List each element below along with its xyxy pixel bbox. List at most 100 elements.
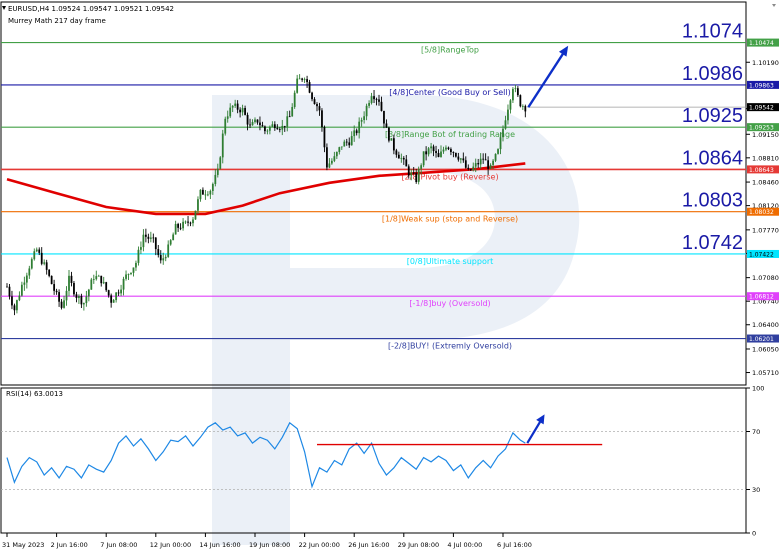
candle-body bbox=[512, 88, 514, 101]
candle-body bbox=[412, 172, 415, 174]
candle-body bbox=[373, 96, 375, 100]
candle-body bbox=[45, 262, 48, 270]
candle-body bbox=[492, 160, 494, 165]
candle-body bbox=[360, 119, 363, 122]
time-axis-label: 19 Jun 08:00 bbox=[249, 541, 290, 549]
murrey-level-value: 1.09863 bbox=[749, 82, 774, 89]
candle-body bbox=[482, 158, 485, 160]
rsi-axis-label: 70 bbox=[752, 428, 760, 436]
candle-body bbox=[340, 146, 343, 148]
time-axis-label: 31 May 2023 bbox=[2, 541, 44, 549]
candle-body bbox=[187, 221, 189, 223]
candle-body bbox=[378, 99, 380, 102]
candle-body bbox=[392, 138, 395, 151]
candle-body bbox=[50, 275, 53, 285]
candle-body bbox=[241, 108, 244, 113]
candle-body bbox=[189, 222, 192, 224]
time-axis-label: 2 Jun 16:00 bbox=[51, 541, 88, 549]
candle-body bbox=[219, 157, 222, 169]
candle-body bbox=[120, 289, 122, 294]
candle-body bbox=[167, 244, 170, 257]
price-axis-label: 1.07080 bbox=[752, 274, 779, 282]
candle-body bbox=[430, 146, 432, 149]
candle-body bbox=[268, 126, 271, 131]
candle-body bbox=[246, 114, 249, 125]
candle-body bbox=[499, 137, 502, 150]
candle-body bbox=[445, 147, 447, 150]
time-axis-label: 12 Jun 00:00 bbox=[150, 541, 191, 549]
candle-body bbox=[380, 101, 383, 111]
candle-body bbox=[467, 167, 470, 169]
candle-body bbox=[452, 152, 455, 153]
rsi-axis-label: 30 bbox=[752, 486, 760, 494]
murrey-level-value: 1.08032 bbox=[749, 209, 774, 216]
candle-body bbox=[318, 106, 321, 111]
candle-body bbox=[308, 82, 311, 93]
candle-body bbox=[152, 237, 155, 239]
candle-body bbox=[100, 275, 103, 284]
candle-body bbox=[149, 237, 152, 239]
candle-body bbox=[271, 124, 274, 127]
candle-body bbox=[28, 268, 31, 276]
candle-body bbox=[102, 282, 105, 284]
candle-body bbox=[216, 168, 219, 175]
candle-body bbox=[447, 147, 450, 150]
candle-body bbox=[70, 275, 73, 283]
candle-body bbox=[202, 189, 204, 195]
candle-body bbox=[144, 234, 147, 237]
candle-body bbox=[214, 174, 217, 184]
candle-body bbox=[251, 122, 254, 126]
candle-body bbox=[405, 159, 408, 167]
candle-body bbox=[385, 123, 388, 128]
price-axis-label: 1.07770 bbox=[752, 226, 779, 234]
candle-body bbox=[33, 251, 36, 260]
candle-body bbox=[78, 295, 80, 299]
candle-body bbox=[519, 95, 522, 107]
price-axis-label: 1.08460 bbox=[752, 179, 779, 187]
candle-body bbox=[383, 110, 385, 124]
candle-body bbox=[43, 262, 46, 264]
candle-body bbox=[199, 189, 202, 200]
candle-body bbox=[110, 295, 113, 303]
candle-body bbox=[85, 296, 88, 304]
candle-body bbox=[174, 223, 177, 235]
time-axis-label: 6 Jul 16:00 bbox=[497, 541, 532, 549]
candle-body bbox=[462, 158, 465, 161]
candle-body bbox=[388, 127, 390, 141]
candle-body bbox=[454, 152, 457, 157]
candle-body bbox=[435, 151, 437, 153]
candle-body bbox=[231, 105, 234, 108]
murrey-level-value: 1.09253 bbox=[749, 125, 774, 132]
candle-body bbox=[450, 149, 452, 153]
murrey-level-label: [-1/8]buy (Oversold) bbox=[409, 299, 490, 308]
price-chart-svg[interactable]: 1.101901.095201.091501.088101.084601.081… bbox=[0, 0, 782, 552]
candle-body bbox=[363, 116, 366, 120]
candle-body bbox=[224, 118, 227, 134]
candle-body bbox=[55, 290, 58, 293]
candle-body bbox=[316, 104, 318, 107]
candle-body bbox=[326, 147, 328, 168]
candle-body bbox=[261, 125, 264, 127]
candle-body bbox=[18, 295, 21, 301]
candle-body bbox=[13, 305, 16, 311]
candle-body bbox=[303, 79, 306, 80]
murrey-level-value: 1.08643 bbox=[749, 167, 774, 174]
candle-body bbox=[415, 173, 418, 182]
candle-body bbox=[194, 210, 197, 220]
candle-body bbox=[132, 267, 135, 273]
candle-body bbox=[397, 154, 400, 159]
candle-body bbox=[306, 79, 308, 83]
candle-body bbox=[162, 258, 165, 261]
candle-body bbox=[184, 221, 187, 223]
candle-body bbox=[407, 166, 410, 176]
time-axis-label: 4 Jul 00:00 bbox=[447, 541, 482, 549]
price-axis-label: 1.05710 bbox=[752, 369, 779, 377]
candle-body bbox=[472, 166, 475, 171]
candle-body bbox=[140, 247, 142, 250]
murrey-level-label: [4/8]Center (Good Buy or Sell) bbox=[389, 88, 510, 97]
candle-body bbox=[82, 303, 85, 305]
candle-body bbox=[323, 127, 326, 148]
candle-body bbox=[48, 269, 51, 276]
candle-body bbox=[293, 92, 296, 108]
candle-body bbox=[484, 159, 487, 161]
